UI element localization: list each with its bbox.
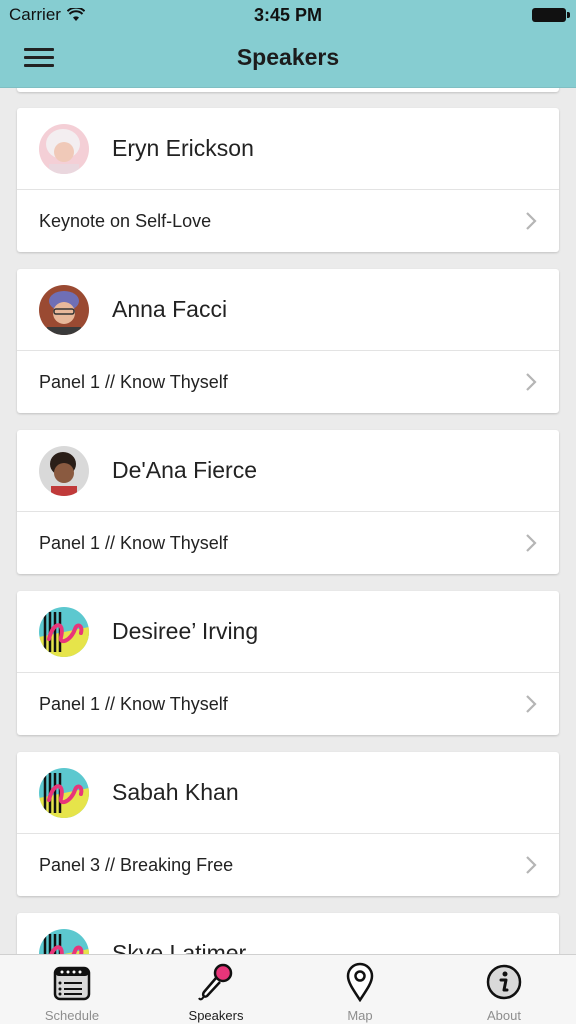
speaker-avatar bbox=[39, 445, 89, 496]
tab-label: Schedule bbox=[44, 1008, 100, 1023]
status-bar: Carrier 3:45 PM bbox=[0, 0, 576, 30]
tab-bar: Schedule Speakers Map About bbox=[0, 954, 576, 1024]
tab-map[interactable]: Map bbox=[288, 955, 432, 1024]
speaker-session-row[interactable]: Panel 1 // Know Thyself bbox=[17, 673, 559, 735]
session-title: Panel 1 // Know Thyself bbox=[39, 693, 228, 714]
chevron-right-icon bbox=[526, 856, 537, 874]
session-title: Panel 1 // Know Thyself bbox=[39, 371, 228, 392]
speaker-avatar-logo bbox=[39, 767, 89, 818]
session-title: Panel 1 // Know Thyself bbox=[39, 532, 228, 553]
battery-icon bbox=[532, 8, 570, 22]
speaker-header[interactable]: Skye Latimer bbox=[17, 913, 559, 954]
tab-schedule[interactable]: Schedule bbox=[0, 955, 144, 1024]
speaker-avatar bbox=[39, 123, 89, 174]
speaker-avatar bbox=[39, 284, 89, 335]
speaker-avatar-logo bbox=[39, 928, 89, 954]
speaker-header[interactable]: Sabah Khan bbox=[17, 752, 559, 834]
chevron-right-icon bbox=[526, 212, 537, 230]
map-pin-icon bbox=[346, 962, 374, 1002]
speaker-name: Sabah Khan bbox=[112, 779, 239, 805]
speaker-header[interactable]: De'Ana Fierce bbox=[17, 430, 559, 512]
speaker-header[interactable]: Eryn Erickson bbox=[17, 108, 559, 190]
speaker-session-row[interactable]: Panel 1 // Know Thyself bbox=[17, 512, 559, 574]
speaker-header[interactable]: Desiree’ Irving bbox=[17, 591, 559, 673]
speaker-name: Desiree’ Irving bbox=[112, 618, 259, 644]
previous-card-edge bbox=[17, 88, 559, 92]
speaker-session-row[interactable]: Keynote on Self-Love bbox=[17, 190, 559, 252]
speaker-name: Eryn Erickson bbox=[112, 135, 254, 161]
chevron-right-icon bbox=[526, 534, 537, 552]
speaker-session-row[interactable]: Panel 1 // Know Thyself bbox=[17, 351, 559, 413]
tab-label: Map bbox=[347, 1008, 373, 1023]
speaker-card[interactable]: Skye Latimer bbox=[17, 913, 559, 954]
chevron-right-icon bbox=[526, 373, 537, 391]
speaker-name: De'Ana Fierce bbox=[112, 457, 258, 483]
speaker-session-row[interactable]: Panel 3 // Breaking Free bbox=[17, 834, 559, 896]
session-title: Keynote on Self-Love bbox=[39, 210, 212, 231]
navigation-bar: Speakers bbox=[0, 30, 576, 88]
speaker-avatar-logo bbox=[39, 606, 89, 657]
page-title: Speakers bbox=[236, 44, 340, 70]
tab-label: Speakers bbox=[188, 1008, 244, 1023]
speaker-card[interactable]: Desiree’ Irving Panel 1 // Know Thyself bbox=[17, 591, 559, 735]
microphone-icon bbox=[198, 963, 233, 1001]
info-icon bbox=[486, 964, 522, 1000]
tab-label: About bbox=[487, 1008, 521, 1023]
speaker-list[interactable]: Eryn Erickson Keynote on Self-Love Anna … bbox=[0, 88, 576, 954]
speaker-name: Skye Latimer bbox=[112, 940, 247, 954]
speaker-card[interactable]: Sabah Khan Panel 3 // Breaking Free bbox=[17, 752, 559, 896]
tab-about[interactable]: About bbox=[432, 955, 576, 1024]
chevron-right-icon bbox=[526, 695, 537, 713]
speaker-card[interactable]: Eryn Erickson Keynote on Self-Love bbox=[17, 108, 559, 252]
speaker-card[interactable]: De'Ana Fierce Panel 1 // Know Thyself bbox=[17, 430, 559, 574]
status-time: 3:45 PM bbox=[253, 5, 323, 25]
tab-speakers[interactable]: Speakers bbox=[144, 955, 288, 1024]
speaker-name: Anna Facci bbox=[112, 296, 228, 322]
speaker-header[interactable]: Anna Facci bbox=[17, 269, 559, 351]
speaker-card[interactable]: Anna Facci Panel 1 // Know Thyself bbox=[17, 269, 559, 413]
calendar-icon bbox=[53, 966, 91, 1001]
session-title: Panel 3 // Breaking Free bbox=[39, 854, 234, 875]
